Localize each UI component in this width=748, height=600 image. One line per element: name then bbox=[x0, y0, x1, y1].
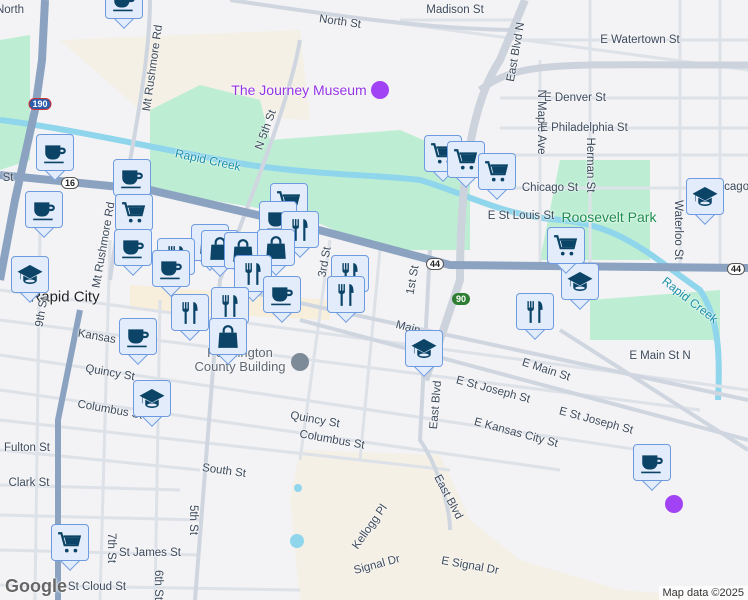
street-label: Clark St bbox=[8, 477, 50, 489]
road bbox=[477, 61, 748, 93]
street-label: E Main St N bbox=[629, 350, 691, 362]
marker-box bbox=[114, 229, 152, 266]
street-label: Madison St bbox=[426, 4, 484, 16]
marker-box bbox=[478, 153, 516, 190]
grocery-marker[interactable] bbox=[547, 227, 585, 274]
cafe-marker[interactable] bbox=[105, 0, 143, 29]
marker-box bbox=[209, 318, 247, 355]
street-label: Fulton St bbox=[3, 442, 51, 454]
street-label: Waterloo St bbox=[672, 200, 684, 260]
pond bbox=[294, 484, 302, 492]
coffee-cup-icon bbox=[119, 165, 145, 191]
fork-knife-icon bbox=[217, 293, 243, 319]
marker-box bbox=[516, 293, 554, 330]
street-label: E Denver St bbox=[544, 92, 606, 104]
graduation-cap-icon bbox=[139, 386, 165, 412]
grocery-marker[interactable] bbox=[51, 524, 89, 571]
fork-knife-icon bbox=[177, 300, 203, 326]
grocery-marker[interactable] bbox=[478, 153, 516, 200]
sd-44-shield: 44 bbox=[726, 263, 746, 275]
restaurant-marker[interactable] bbox=[171, 294, 209, 341]
coffee-cup-icon bbox=[125, 324, 151, 350]
marker-box bbox=[547, 227, 585, 264]
journey-museum-label[interactable]: The Journey Museum bbox=[231, 82, 366, 98]
restaurant-marker[interactable] bbox=[516, 293, 554, 340]
marker-box bbox=[171, 294, 209, 331]
restaurant-marker[interactable] bbox=[327, 276, 365, 323]
marker-box bbox=[115, 194, 153, 231]
cafe-marker[interactable] bbox=[633, 444, 671, 491]
fork-knife-icon bbox=[333, 282, 359, 308]
government-building-icon[interactable] bbox=[291, 353, 309, 371]
marker-box bbox=[113, 159, 151, 196]
shopping-cart-icon bbox=[553, 233, 579, 259]
museum-icon[interactable] bbox=[665, 495, 683, 513]
street-label: Herman St bbox=[584, 137, 596, 193]
map-attribution[interactable]: Map data ©2025 bbox=[658, 586, 748, 600]
street-label: E Watertown St bbox=[600, 34, 680, 46]
street-label: 6th St bbox=[152, 569, 164, 600]
graduation-cap-icon bbox=[411, 336, 437, 362]
street-label: St James St bbox=[119, 547, 181, 559]
marker-box bbox=[686, 178, 724, 215]
shopping-marker[interactable] bbox=[209, 318, 247, 365]
school-marker[interactable] bbox=[686, 178, 724, 225]
sd-44-shield: 44 bbox=[425, 258, 445, 270]
coffee-cup-icon bbox=[158, 256, 184, 282]
roosevelt-park-label[interactable]: Roosevelt Park bbox=[562, 209, 657, 225]
coffee-cup-icon bbox=[31, 197, 57, 223]
coffee-cup-icon bbox=[639, 450, 665, 476]
fork-knife-icon bbox=[522, 299, 548, 325]
cafe-marker[interactable] bbox=[25, 191, 63, 238]
museum-icon[interactable] bbox=[371, 81, 389, 99]
cafe-marker[interactable] bbox=[114, 229, 152, 276]
street-label: 7th St bbox=[105, 532, 117, 564]
cafe-marker[interactable] bbox=[263, 276, 301, 323]
land-area bbox=[290, 450, 748, 600]
shopping-cart-icon bbox=[57, 530, 83, 556]
street-label: 5th St bbox=[187, 504, 199, 536]
marker-box bbox=[51, 524, 89, 561]
marker-box bbox=[152, 250, 190, 287]
marker-box bbox=[36, 134, 74, 171]
coffee-cup-icon bbox=[42, 140, 68, 166]
cafe-marker[interactable] bbox=[152, 250, 190, 297]
street-label: Chicago St bbox=[521, 182, 579, 194]
marker-box bbox=[11, 256, 49, 293]
street-label: St Cloud St bbox=[67, 581, 127, 593]
street-label: St bbox=[2, 172, 14, 184]
interstate-190-shield: 190 bbox=[28, 98, 52, 110]
marker-box bbox=[633, 444, 671, 481]
school-marker[interactable] bbox=[133, 380, 171, 427]
marker-box bbox=[119, 318, 157, 355]
marker-box bbox=[327, 276, 365, 313]
shopping-cart-icon bbox=[484, 159, 510, 185]
google-logo[interactable]: Google bbox=[5, 576, 67, 597]
cafe-marker[interactable] bbox=[119, 318, 157, 365]
street-label: North bbox=[0, 4, 25, 16]
shopping-bag-icon bbox=[215, 324, 241, 350]
school-marker[interactable] bbox=[11, 256, 49, 303]
cafe-marker[interactable] bbox=[36, 134, 74, 181]
shopping-cart-icon bbox=[121, 200, 147, 226]
marker-box bbox=[405, 330, 443, 367]
coffee-cup-icon bbox=[111, 0, 137, 14]
marker-box bbox=[25, 191, 63, 228]
interstate-90-shield: 90 bbox=[451, 293, 471, 305]
street-label: E Philadelphia St bbox=[540, 122, 628, 134]
marker-box bbox=[133, 380, 171, 417]
street-label: E St Louis St bbox=[487, 210, 555, 222]
marker-box bbox=[263, 276, 301, 313]
graduation-cap-icon bbox=[692, 184, 718, 210]
graduation-cap-icon bbox=[17, 262, 43, 288]
school-marker[interactable] bbox=[405, 330, 443, 377]
coffee-cup-icon bbox=[269, 282, 295, 308]
shopping-cart-icon bbox=[453, 147, 479, 173]
pond bbox=[290, 534, 304, 548]
marker-box bbox=[105, 0, 143, 19]
coffee-cup-icon bbox=[120, 235, 146, 261]
